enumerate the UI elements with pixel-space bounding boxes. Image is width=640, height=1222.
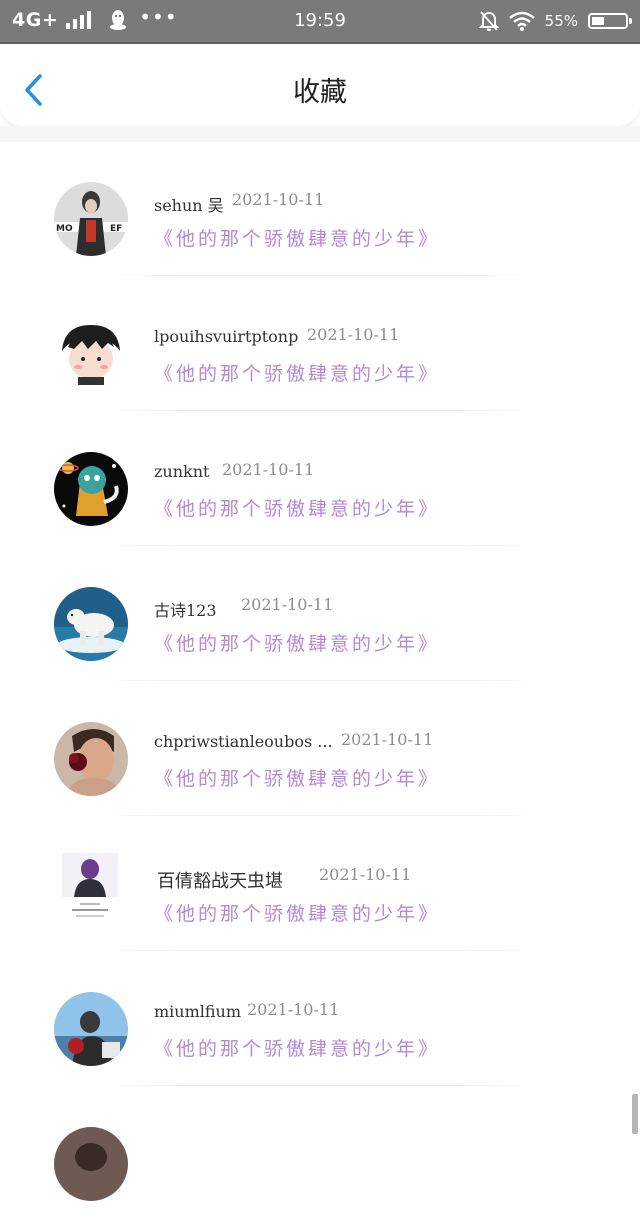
battery-icon	[588, 13, 632, 29]
user-name: zunknt	[154, 462, 210, 481]
favorites-list: MO EF sehun 吴 2021-10-11 《他的那个骄傲肆意的少年》 l…	[0, 142, 640, 1222]
status-bar: 4G+ ••• 19:59 55%	[0, 0, 640, 44]
battery-percent: 55%	[544, 12, 578, 30]
list-item[interactable]: 古诗123 2021-10-11 《他的那个骄傲肆意的少年》	[0, 547, 640, 682]
user-name: lpouihsvuirtptonp	[154, 327, 299, 346]
avatar[interactable]	[54, 722, 128, 796]
quote-text[interactable]: 《他的那个骄傲肆意的少年》	[154, 224, 440, 251]
avatar[interactable]	[54, 587, 128, 661]
quote-text[interactable]: 《他的那个骄傲肆意的少年》	[154, 629, 440, 656]
list-item[interactable]	[0, 1087, 640, 1222]
avatar[interactable]	[54, 1127, 128, 1201]
quote-text[interactable]: 《他的那个骄傲肆意的少年》	[154, 764, 440, 791]
page-title: 收藏	[293, 77, 347, 108]
navigation-bar: 收藏	[0, 44, 640, 126]
quote-text[interactable]: 《他的那个骄傲肆意的少年》	[154, 899, 440, 926]
date: 2021-10-11	[319, 865, 412, 884]
date: 2021-10-11	[307, 325, 400, 344]
svg-text:EF: EF	[110, 224, 122, 234]
user-name: chpriwstianleoubos ...	[154, 732, 333, 751]
user-name: miumlfium	[154, 1002, 242, 1021]
quote-text[interactable]: 《他的那个骄傲肆意的少年》	[154, 494, 440, 521]
divider	[100, 815, 540, 816]
user-name: 古诗123	[154, 601, 217, 620]
wifi-icon	[508, 11, 535, 31]
user-name: 百倩豁战天虫堪	[157, 871, 283, 892]
date: 2021-10-11	[232, 190, 325, 209]
user-name: sehun 吴	[154, 196, 224, 215]
quote-text[interactable]: 《他的那个骄傲肆意的少年》	[154, 1034, 440, 1061]
avatar[interactable]	[54, 992, 128, 1066]
avatar[interactable]: MO EF	[54, 182, 128, 256]
divider	[100, 1085, 540, 1086]
list-item[interactable]: 百倩豁战天虫堪 2021-10-11 《他的那个骄傲肆意的少年》	[0, 817, 640, 952]
list-item[interactable]: miumlfium 2021-10-11 《他的那个骄傲肆意的少年》	[0, 952, 640, 1087]
scrollbar[interactable]	[632, 1094, 638, 1134]
bell-muted-icon	[478, 11, 499, 31]
divider	[100, 545, 540, 546]
date: 2021-10-11	[222, 460, 315, 479]
svg-text:MO: MO	[56, 224, 73, 234]
date: 2021-10-11	[247, 1000, 340, 1019]
divider	[100, 410, 540, 411]
list-item[interactable]: zunknt 2021-10-11 《他的那个骄傲肆意的少年》	[0, 412, 640, 547]
divider	[100, 680, 540, 681]
divider	[100, 275, 540, 276]
date: 2021-10-11	[341, 730, 434, 749]
list-item[interactable]: chpriwstianleoubos ... 2021-10-11 《他的那个骄…	[0, 682, 640, 817]
quote-text[interactable]: 《他的那个骄傲肆意的少年》	[154, 359, 440, 386]
header-spacer	[0, 126, 640, 142]
list-item[interactable]: MO EF sehun 吴 2021-10-11 《他的那个骄傲肆意的少年》	[0, 142, 640, 277]
avatar[interactable]	[54, 317, 128, 391]
list-item[interactable]: lpouihsvuirtptonp 2021-10-11 《他的那个骄傲肆意的少…	[0, 277, 640, 412]
avatar[interactable]	[60, 851, 120, 925]
avatar[interactable]	[54, 452, 128, 526]
date: 2021-10-11	[241, 595, 334, 614]
divider	[100, 950, 540, 951]
